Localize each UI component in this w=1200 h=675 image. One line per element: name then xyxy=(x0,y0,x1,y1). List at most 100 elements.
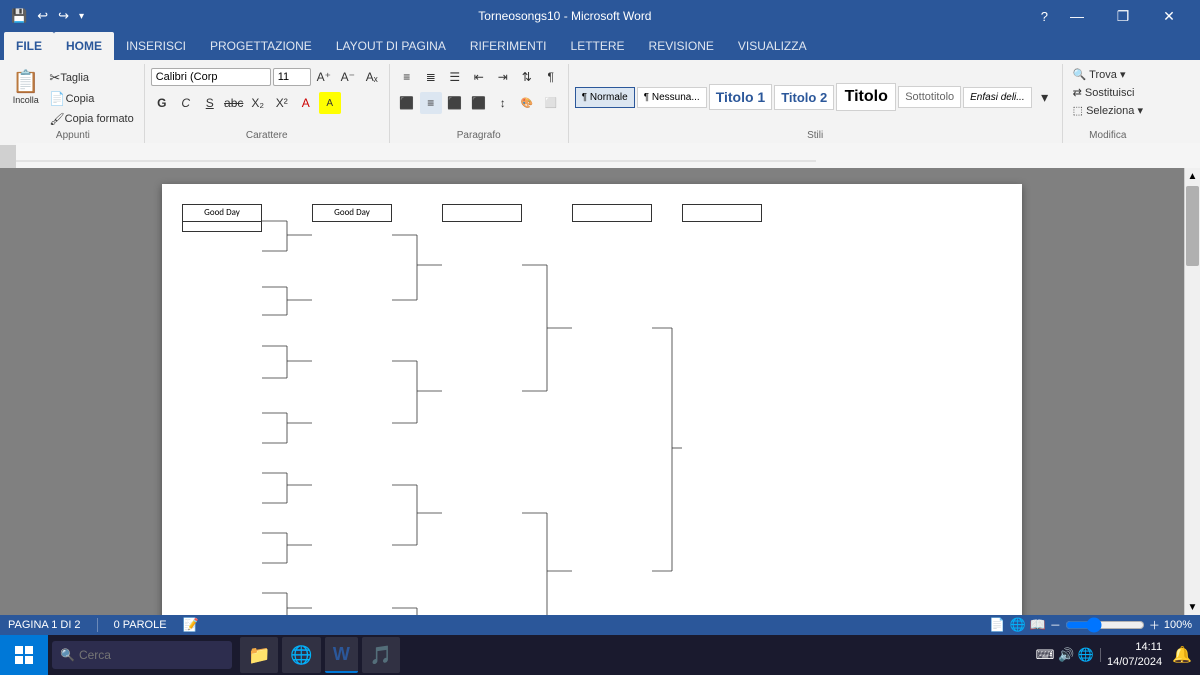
copia-formato-btn[interactable]: 🖌 Copia formato xyxy=(45,110,137,128)
undo-qat-btn[interactable]: ↩ xyxy=(34,6,51,26)
style-titolo2[interactable]: Titolo 2 xyxy=(774,85,834,110)
shading-btn[interactable]: 🎨 xyxy=(516,92,538,114)
align-left-btn[interactable]: ⬛ xyxy=(396,92,418,114)
tab-file[interactable]: FILE xyxy=(4,32,54,60)
border-btn[interactable]: ⬜ xyxy=(540,92,562,114)
page-container: Carote Young & Sad 10 Things I Hate Abou… xyxy=(0,168,1184,615)
style-enfasi[interactable]: Enfasi deli... xyxy=(963,87,1031,108)
clock: 14:11 14/07/2024 xyxy=(1107,640,1162,671)
qat-customize-btn[interactable]: ▾ xyxy=(76,9,87,24)
align-right-btn[interactable]: ⬛ xyxy=(444,92,466,114)
bullet-list-btn[interactable]: ≡ xyxy=(396,66,418,88)
spotify-btn[interactable]: 🎵 xyxy=(362,637,400,673)
taglia-btn[interactable]: ✂ Taglia xyxy=(45,68,137,88)
italic-btn[interactable]: C xyxy=(175,92,197,114)
paragrafo-label: Paragrafo xyxy=(457,128,501,141)
underline-btn[interactable]: S xyxy=(199,92,221,114)
style-normale[interactable]: ¶ Normale xyxy=(575,87,635,108)
seleziona-btn[interactable]: ⬚ Seleziona ▾ xyxy=(1069,102,1147,119)
taskbar-search[interactable]: 🔍 xyxy=(52,641,232,669)
indent-increase-btn[interactable]: ⇥ xyxy=(492,66,514,88)
sostituisci-btn[interactable]: ⇄ Sostituisci xyxy=(1069,84,1139,101)
chrome-btn[interactable]: 🌐 xyxy=(282,637,320,673)
start-btn[interactable] xyxy=(0,635,48,675)
subscript-btn[interactable]: X₂ xyxy=(247,92,269,114)
vertical-scrollbar[interactable]: ▲ ▼ xyxy=(1184,168,1200,615)
modifica-label: Modifica xyxy=(1089,128,1126,141)
trova-btn[interactable]: 🔍 Trova ▾ xyxy=(1069,66,1130,83)
group-appunti: 📋Incolla ✂ Taglia 📄 Copia 🖌 Copia format… xyxy=(2,64,145,143)
incolla-btn[interactable]: 📋Incolla xyxy=(8,66,43,108)
ribbon-content: 📋Incolla ✂ Taglia 📄 Copia 🖌 Copia format… xyxy=(0,60,1200,145)
clear-format-btn[interactable]: Aₓ xyxy=(361,66,383,88)
outline-list-btn[interactable]: ☰ xyxy=(444,66,466,88)
redo-qat-btn[interactable]: ↪ xyxy=(55,6,72,26)
status-sep-1 xyxy=(97,618,98,632)
carattere-label: Carattere xyxy=(246,128,288,141)
font-name-input[interactable]: Calibri (Corp xyxy=(151,68,271,86)
word-window: 💾 ↩ ↪ ▾ Torneosongs10 - Microsoft Word ?… xyxy=(0,0,1200,635)
tab-revisione[interactable]: REVISIONE xyxy=(637,32,726,60)
r3-4 xyxy=(442,204,522,222)
tray-sep xyxy=(1100,648,1101,662)
scroll-down-btn[interactable]: ▼ xyxy=(1185,599,1200,615)
tab-visualizza[interactable]: VISUALIZZA xyxy=(726,32,819,60)
page-info: PAGINA 1 DI 2 xyxy=(8,619,81,631)
search-input[interactable] xyxy=(79,648,219,662)
font-size-input[interactable]: 11 xyxy=(273,68,311,86)
show-formatting-btn[interactable]: ¶ xyxy=(540,66,562,88)
strikethrough-btn[interactable]: abc xyxy=(223,92,245,114)
superscript-btn[interactable]: X² xyxy=(271,92,293,114)
sort-btn[interactable]: ⇅ xyxy=(516,66,538,88)
num-list-btn[interactable]: ≣ xyxy=(420,66,442,88)
copia-btn[interactable]: 📄 Copia xyxy=(45,89,137,109)
zoom-in-btn[interactable]: ＋ xyxy=(1149,617,1160,633)
tab-riferimenti[interactable]: RIFERIMENTI xyxy=(458,32,559,60)
group-stili: ¶ Normale ¶ Nessuna... Titolo 1 Titolo 2… xyxy=(569,64,1063,143)
style-titolo[interactable]: Titolo xyxy=(836,83,896,111)
styles-expand-btn[interactable]: ▾ xyxy=(1034,86,1056,108)
zoom-out-btn[interactable]: － xyxy=(1050,617,1061,633)
bold-btn[interactable]: G xyxy=(151,92,173,114)
help-btn[interactable]: ? xyxy=(1035,7,1054,26)
close-btn[interactable]: ✕ xyxy=(1146,0,1192,32)
restore-btn[interactable]: ❐ xyxy=(1100,0,1146,32)
font-grow-btn[interactable]: A⁺ xyxy=(313,66,335,88)
view-print-btn[interactable]: 📄 xyxy=(989,617,1005,633)
minimize-btn[interactable]: — xyxy=(1054,0,1100,32)
style-titolo1[interactable]: Titolo 1 xyxy=(709,84,773,110)
save-qat-btn[interactable]: 💾 xyxy=(8,6,30,26)
notification-btn[interactable]: 🔔 xyxy=(1172,645,1192,665)
group-modifica: 🔍 Trova ▾ ⇄ Sostituisci ⬚ Seleziona ▾ Mo… xyxy=(1063,64,1153,143)
scroll-thumb[interactable] xyxy=(1186,186,1199,266)
scroll-up-btn[interactable]: ▲ xyxy=(1185,168,1200,184)
align-center-btn[interactable]: ≡ xyxy=(420,92,442,114)
scroll-track[interactable] xyxy=(1185,184,1200,599)
stili-label: Stili xyxy=(807,128,823,141)
word-taskbar-btn[interactable]: W xyxy=(325,637,358,673)
tab-lettere[interactable]: LETTERE xyxy=(559,32,637,60)
font-color-btn[interactable]: A xyxy=(295,92,317,114)
file-explorer-btn[interactable]: 📁 xyxy=(240,637,278,673)
tab-home[interactable]: HOME xyxy=(54,32,114,60)
r5-1 xyxy=(682,204,762,222)
style-nessuna[interactable]: ¶ Nessuna... xyxy=(637,87,707,108)
view-web-btn[interactable]: 🌐 xyxy=(1009,617,1025,633)
justify-btn[interactable]: ⬛ xyxy=(468,92,490,114)
tab-layout[interactable]: LAYOUT DI PAGINA xyxy=(324,32,458,60)
tab-inserisci[interactable]: INSERISCI xyxy=(114,32,198,60)
view-read-btn[interactable]: 📖 xyxy=(1030,617,1046,633)
font-row: Calibri (Corp 11 A⁺ A⁻ Aₓ xyxy=(151,66,383,88)
line-spacing-btn[interactable]: ↕ xyxy=(492,92,514,114)
zoom-level: 100% xyxy=(1164,619,1192,631)
ribbon: FILE HOME INSERISCI PROGETTAZIONE LAYOUT… xyxy=(0,32,1200,146)
proofing-icon[interactable]: 📝 xyxy=(183,617,199,633)
style-sottotitolo[interactable]: Sottotitolo xyxy=(898,86,961,108)
tab-progettazione[interactable]: PROGETTAZIONE xyxy=(198,32,324,60)
font-shrink-btn[interactable]: A⁻ xyxy=(337,66,359,88)
zoom-slider[interactable] xyxy=(1065,617,1145,633)
r1-goodday: Good Day xyxy=(182,204,262,222)
taskbar-pinned-apps: 📁 🌐 W 🎵 xyxy=(240,637,400,673)
highlight-btn[interactable]: A xyxy=(319,92,341,114)
indent-decrease-btn[interactable]: ⇤ xyxy=(468,66,490,88)
